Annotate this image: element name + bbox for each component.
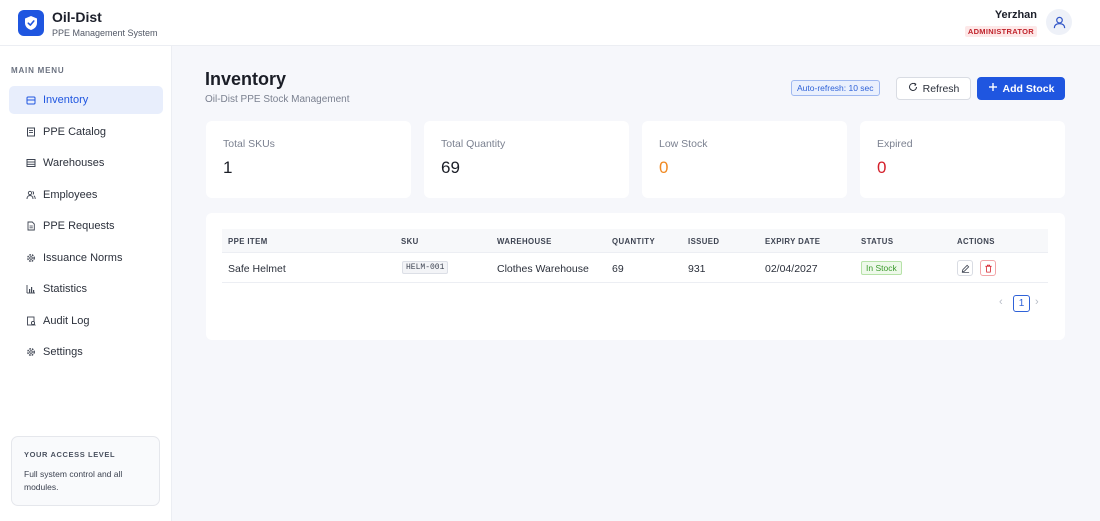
sidebar-item-label: PPE Catalog: [43, 125, 106, 138]
sidebar-item-ppe-requests[interactable]: PPE Requests: [9, 212, 163, 240]
sidebar-item-label: Settings: [43, 346, 83, 358]
cell-issued: 931: [688, 263, 706, 275]
sidebar-item-label: Issuance Norms: [43, 251, 123, 264]
access-level-card: YOUR ACCESS LEVEL Full system control an…: [11, 436, 160, 506]
stat-label: Expired: [877, 138, 913, 150]
catalog-icon: [26, 127, 36, 137]
cell-expiry-date: 02/04/2027: [765, 263, 818, 275]
column-header-expiry-date[interactable]: EXPIRY DATE: [765, 237, 820, 246]
stat-label: Total SKUs: [223, 138, 275, 150]
sidebar-item-label: PPE Requests: [43, 220, 115, 232]
stat-card-expired: Expired 0: [860, 121, 1065, 198]
sidebar-item-label: Warehouses: [43, 157, 105, 169]
pagination-page-button[interactable]: 1: [1013, 295, 1030, 312]
pagination-next-button[interactable]: ›: [1035, 296, 1039, 308]
sidebar: MAIN MENU Inventory PPE Catalog Warehous…: [0, 46, 172, 521]
page-subtitle: Oil-Dist PPE Stock Management: [205, 94, 350, 105]
stat-card-low-stock: Low Stock 0: [642, 121, 847, 198]
column-header-sku[interactable]: SKU: [401, 237, 419, 246]
sidebar-item-issuance-norms[interactable]: Issuance Norms: [9, 244, 163, 272]
sidebar-item-ppe-catalog[interactable]: PPE Catalog: [9, 118, 163, 146]
app-subtitle: PPE Management System: [52, 28, 158, 38]
sidebar-item-statistics[interactable]: Statistics: [9, 275, 163, 303]
stat-label: Total Quantity: [441, 138, 506, 150]
menu-heading: MAIN MENU: [11, 66, 65, 75]
add-stock-button[interactable]: Add Stock: [977, 77, 1065, 100]
access-level-title: YOUR ACCESS LEVEL: [24, 450, 116, 459]
settings-icon: [26, 347, 36, 357]
cell-ppe-item: Safe Helmet: [228, 263, 286, 275]
stat-value: 0: [659, 158, 669, 177]
sidebar-item-label: Employees: [43, 188, 98, 201]
delete-button[interactable]: [980, 260, 996, 276]
document-icon: [26, 221, 36, 231]
pencil-icon: [961, 264, 969, 273]
users-icon: [26, 190, 36, 200]
top-header: Oil-Dist PPE Management System Yerzhan A…: [0, 0, 1100, 46]
user-name: Yerzhan: [994, 9, 1037, 21]
gear-icon: [26, 253, 36, 263]
stat-value: 0: [877, 158, 887, 177]
sidebar-menu: Inventory PPE Catalog Warehouses Employe…: [9, 86, 163, 370]
sidebar-item-label: Audit Log: [43, 314, 90, 327]
page-title: Inventory: [205, 69, 287, 89]
plus-icon: [988, 82, 998, 95]
add-stock-label: Add Stock: [1002, 82, 1055, 95]
column-header-status[interactable]: STATUS: [861, 237, 893, 246]
app-name: Oil-Dist: [52, 9, 102, 25]
cell-warehouse: Clothes Warehouse: [497, 263, 589, 275]
sidebar-item-audit-log[interactable]: Audit Log: [9, 307, 163, 335]
bar-chart-icon: [26, 284, 36, 294]
column-header-ppe-item[interactable]: PPE ITEM: [228, 237, 268, 246]
stat-label: Low Stock: [659, 138, 708, 150]
table-header: PPE ITEM SKU WAREHOUSE QUANTITY ISSUED E…: [222, 229, 1048, 253]
cell-quantity: 69: [612, 263, 624, 275]
archive-icon: [26, 95, 36, 105]
cell-sku-tag: HELM-001: [402, 261, 449, 274]
stat-value: 1: [223, 158, 233, 177]
user-avatar-icon[interactable]: [1046, 9, 1072, 35]
column-header-actions: ACTIONS: [957, 237, 995, 246]
warehouse-icon: [26, 158, 36, 168]
sidebar-item-warehouses[interactable]: Warehouses: [9, 149, 163, 177]
audit-icon: [26, 316, 36, 326]
stat-card-total-skus: Total SKUs 1: [206, 121, 411, 198]
access-level-description: Full system control and all modules.: [24, 469, 123, 492]
sidebar-item-label: Inventory: [43, 94, 89, 106]
stat-card-total-quantity: Total Quantity 69: [424, 121, 629, 198]
sidebar-item-settings[interactable]: Settings: [9, 338, 163, 366]
refresh-button[interactable]: Refresh: [896, 77, 971, 100]
auto-refresh-badge: Auto-refresh: 10 sec: [791, 80, 880, 96]
shield-logo-icon: [18, 10, 44, 36]
inventory-table-card: PPE ITEM SKU WAREHOUSE QUANTITY ISSUED E…: [206, 213, 1065, 340]
sidebar-item-label: Statistics: [43, 283, 88, 295]
column-header-issued[interactable]: ISSUED: [688, 237, 719, 246]
status-badge: In Stock: [861, 261, 902, 275]
role-badge: ADMINISTRATOR: [964, 26, 1037, 37]
trash-icon: [984, 264, 992, 273]
column-header-quantity[interactable]: QUANTITY: [612, 237, 655, 246]
refresh-icon: [908, 82, 918, 95]
sidebar-item-employees[interactable]: Employees: [9, 181, 163, 209]
sidebar-item-inventory[interactable]: Inventory: [9, 86, 163, 114]
pagination-prev-button[interactable]: ‹: [999, 296, 1003, 308]
edit-button[interactable]: [957, 260, 973, 276]
column-header-warehouse[interactable]: WAREHOUSE: [497, 237, 552, 246]
stat-value: 69: [441, 158, 460, 177]
table-row[interactable]: Safe Helmet HELM-001 Clothes Warehouse 6…: [222, 254, 1048, 283]
refresh-label: Refresh: [922, 82, 960, 95]
